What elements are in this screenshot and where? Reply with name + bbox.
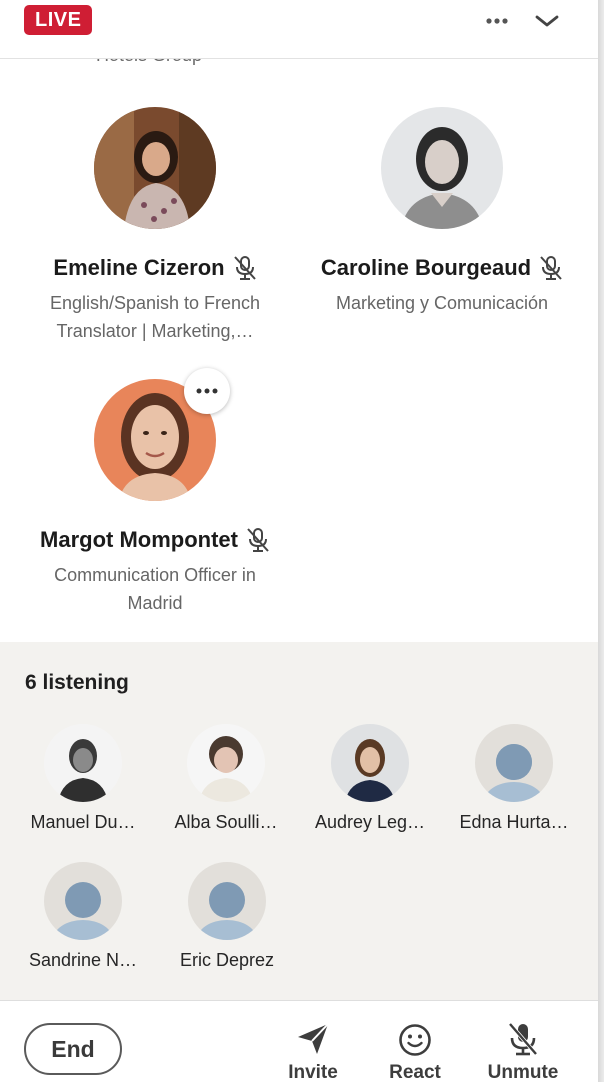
listener-avatar[interactable] [188, 862, 266, 940]
speaker-headline: Marketing y Comunicación [335, 293, 549, 313]
invite-label: Invite [288, 1062, 338, 1082]
listener-item[interactable]: Eric Deprez [157, 862, 297, 971]
listener-name: Alba Soulli… [174, 812, 278, 832]
speaker-card[interactable]: Caroline Bourgeaud Marketing y Comunicac… [292, 107, 592, 317]
listener-avatar[interactable] [331, 724, 409, 802]
listener-item[interactable]: Manuel Du… [13, 724, 153, 833]
react-label: React [389, 1062, 441, 1082]
more-horizontal-icon [196, 388, 218, 394]
listener-item[interactable]: Alba Soulli… [156, 724, 296, 833]
speakers-section: Emeline Cizeron English/Spanish to Frenc… [0, 59, 598, 642]
speaker-headline: English/Spanish to French Translator | M… [49, 293, 261, 341]
listener-avatar[interactable] [187, 724, 265, 802]
listener-name: Audrey Leg… [314, 812, 426, 832]
invite-button[interactable]: Invite [268, 1017, 358, 1082]
mic-off-icon [246, 527, 270, 553]
top-bar: LIVE [0, 0, 598, 59]
mic-off-icon [539, 255, 563, 281]
speaker-name[interactable]: Margot Mompontet [40, 527, 238, 553]
speaker-card[interactable]: Emeline Cizeron English/Spanish to Frenc… [5, 107, 305, 345]
speaker-headline: Communication Officer in Madrid [54, 565, 256, 613]
mic-off-icon [478, 1017, 568, 1057]
end-button[interactable]: End [24, 1023, 122, 1075]
listener-item[interactable]: Edna Hurta… [444, 724, 584, 833]
speaker-name-row: Caroline Bourgeaud [292, 255, 592, 281]
listener-name: Manuel Du… [30, 812, 136, 832]
listener-avatar[interactable] [44, 862, 122, 940]
listener-name: Edna Hurta… [459, 812, 569, 832]
speaker-card[interactable]: Margot Mompontet Communication Officer i… [5, 379, 305, 617]
smiley-icon [370, 1017, 460, 1057]
bottom-action-bar: End Invite React Unmute [0, 1000, 598, 1082]
listener-avatar[interactable] [475, 724, 553, 802]
listener-name: Sandrine N… [28, 950, 138, 970]
speaker-name[interactable]: Emeline Cizeron [53, 255, 224, 281]
speaker-avatar[interactable] [381, 107, 503, 229]
speaker-name[interactable]: Caroline Bourgeaud [321, 255, 531, 281]
listeners-section: 6 listening Manuel Du… Alba Soulli… Audr… [0, 642, 598, 1000]
more-options-icon[interactable] [484, 10, 510, 32]
live-badge: LIVE [24, 5, 93, 35]
chevron-down-icon[interactable] [534, 10, 560, 32]
listener-avatar[interactable] [44, 724, 122, 802]
speaker-name-row: Emeline Cizeron [5, 255, 305, 281]
react-button[interactable]: React [370, 1017, 460, 1082]
listeners-count: 6 listening [25, 671, 129, 694]
window-edge [598, 0, 604, 1082]
listener-item[interactable]: Audrey Leg… [300, 724, 440, 833]
speaker-more-button[interactable] [184, 368, 230, 414]
mic-off-icon [233, 255, 257, 281]
listener-item[interactable]: Sandrine N… [13, 862, 153, 971]
speaker-avatar[interactable] [94, 107, 216, 229]
speaker-name-row: Margot Mompontet [5, 527, 305, 553]
unmute-button[interactable]: Unmute [478, 1017, 568, 1082]
unmute-label: Unmute [487, 1062, 559, 1082]
send-icon [268, 1017, 358, 1057]
listener-name: Eric Deprez [179, 950, 275, 970]
